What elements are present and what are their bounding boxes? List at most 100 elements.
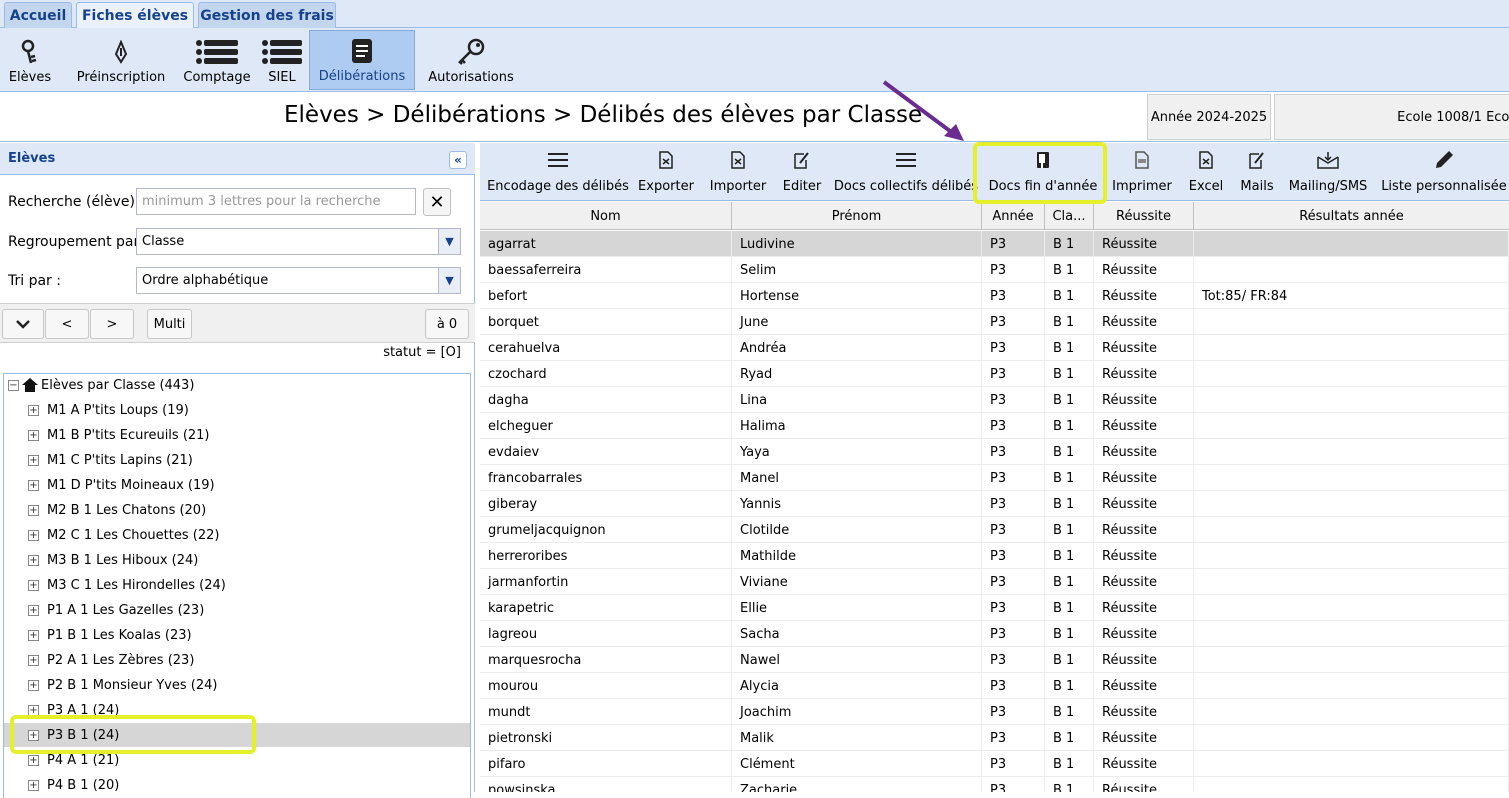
expand-node-icon[interactable]: + [28, 654, 39, 666]
table-row[interactable]: befort Hortense P3 B 1 Réussite Tot:85/ FR:84 [480, 283, 1509, 309]
cell-prenom: Lina [732, 387, 982, 413]
docs-fin-annee-button[interactable]: Docs fin d'année [989, 148, 1097, 198]
table-row[interactable]: giberay Yannis P3 B 1 Réussite [480, 491, 1509, 517]
table-row[interactable]: karapetric Ellie P3 B 1 Réussite [480, 595, 1509, 621]
next-button[interactable]: > [90, 309, 134, 339]
ribbon-deliberations-button[interactable]: Délibérations [309, 30, 415, 90]
table-row[interactable]: mourou Alycia P3 B 1 Réussite [480, 673, 1509, 699]
export-button[interactable]: Exporter [635, 148, 697, 198]
table-row[interactable]: herreroribes Mathilde P3 B 1 Réussite [480, 543, 1509, 569]
table-row[interactable]: elcheguer Halima P3 B 1 Réussite [480, 413, 1509, 439]
table-row[interactable]: pietronski Malik P3 B 1 Réussite [480, 725, 1509, 751]
table-row[interactable]: dagha Lina P3 B 1 Réussite [480, 387, 1509, 413]
column-header-prenom[interactable]: Prénom [732, 202, 982, 230]
year-selector[interactable]: Année 2024-2025 [1147, 94, 1271, 140]
reset-button[interactable]: à 0 [425, 309, 469, 339]
mailing-sms-button[interactable]: Mailing/SMS [1288, 148, 1368, 198]
table-row[interactable]: marquesrocha Nawel P3 B 1 Réussite [480, 647, 1509, 673]
tab-accueil[interactable]: Accueil [4, 2, 72, 28]
expand-node-icon[interactable]: + [28, 529, 39, 541]
collapse-icon[interactable]: « [449, 151, 467, 169]
expand-node-icon[interactable]: + [28, 429, 39, 441]
expand-node-icon[interactable]: + [28, 779, 39, 791]
table-row[interactable]: lagreou Sacha P3 B 1 Réussite [480, 621, 1509, 647]
expand-node-icon[interactable]: + [28, 404, 39, 416]
expand-node-icon[interactable]: + [28, 504, 39, 516]
column-header-resultats-annee[interactable]: Résultats année [1194, 202, 1509, 230]
prev-button[interactable]: < [45, 309, 89, 339]
ribbon-preinscription-button[interactable]: Préinscription [76, 30, 166, 90]
encodage-delibes-button[interactable]: Encodage des délibés [486, 148, 630, 198]
column-header-nom[interactable]: Nom [480, 202, 732, 230]
table-row[interactable]: grumeljacquignon Clotilde P3 B 1 Réussite [480, 517, 1509, 543]
group-select[interactable]: Classe ▼ [136, 228, 461, 255]
column-header-annee[interactable]: Année [982, 202, 1045, 230]
cell-annee: P3 [982, 257, 1045, 283]
tree-item[interactable]: + P4 B 1 (20) [4, 773, 470, 797]
table-row[interactable]: czochard Ryad P3 B 1 Réussite [480, 361, 1509, 387]
chevron-down-icon[interactable]: ▼ [438, 229, 460, 254]
tree-item[interactable]: + M1 D P'tits Moineaux (19) [4, 473, 470, 497]
tree-item[interactable]: + P1 A 1 Les Gazelles (23) [4, 598, 470, 622]
print-button[interactable]: Imprimer [1110, 148, 1174, 198]
tree-item[interactable]: + M1 B P'tits Ecureuils (21) [4, 423, 470, 447]
expand-node-icon[interactable]: + [28, 579, 39, 591]
tree-root[interactable]: − Elèves par Classe (443) [8, 373, 474, 397]
tree-item[interactable]: + M3 B 1 Les Hiboux (24) [4, 548, 470, 572]
table-row[interactable]: mundt Joachim P3 B 1 Réussite [480, 699, 1509, 725]
expand-node-icon[interactable]: + [28, 479, 39, 491]
table-row[interactable]: cerahuelva Andréa P3 B 1 Réussite [480, 335, 1509, 361]
import-button[interactable]: Importer [706, 148, 770, 198]
table-row[interactable]: powsinska Zacharie P3 B 1 Réussite [480, 777, 1509, 792]
expand-node-icon[interactable]: + [28, 679, 39, 691]
multi-button[interactable]: Multi [147, 309, 192, 339]
table-row[interactable]: agarrat Ludivine P3 B 1 Réussite [480, 231, 1509, 257]
tree-item[interactable]: + M3 C 1 Les Hirondelles (24) [4, 573, 470, 597]
ribbon-siel-button[interactable]: SIEL [260, 30, 304, 90]
clear-search-button[interactable]: ✕ [423, 188, 451, 216]
tree-item[interactable]: + P3 A 1 (24) [4, 698, 470, 722]
tab-fiches-eleves[interactable]: Fiches élèves [76, 2, 194, 29]
table-row[interactable]: jarmanfortin Viviane P3 B 1 Réussite [480, 569, 1509, 595]
expand-node-icon[interactable]: + [28, 629, 39, 641]
expand-node-icon[interactable]: + [28, 604, 39, 616]
tree-item[interactable]: + M2 C 1 Les Chouettes (22) [4, 523, 470, 547]
docs-collectifs-button[interactable]: Docs collectifs délibés [834, 148, 978, 198]
table-row[interactable]: evdaiev Yaya P3 B 1 Réussite [480, 439, 1509, 465]
mails-button[interactable]: Mails [1237, 148, 1277, 198]
expand-button[interactable] [2, 309, 44, 339]
search-input[interactable]: minimum 3 lettres pour la recherche [136, 188, 416, 215]
table-row[interactable]: baessaferreira Selim P3 B 1 Réussite [480, 257, 1509, 283]
cell-prenom: Yaya [732, 439, 982, 465]
tree-item[interactable]: + P1 B 1 Les Koalas (23) [4, 623, 470, 647]
expand-node-icon[interactable]: + [28, 754, 39, 766]
collapse-node-icon[interactable]: − [8, 379, 19, 391]
column-header-reussite[interactable]: Réussite [1094, 202, 1194, 230]
tree-item[interactable]: + P3 B 1 (24) [4, 723, 470, 747]
expand-node-icon[interactable]: + [28, 704, 39, 716]
expand-node-icon[interactable]: + [28, 454, 39, 466]
expand-node-icon[interactable]: + [28, 729, 39, 741]
tree-item[interactable]: + P2 A 1 Les Zèbres (23) [4, 648, 470, 672]
liste-personnalisee-button[interactable]: Liste personnalisée [1381, 148, 1507, 198]
table-row[interactable]: francobarrales Manel P3 B 1 Réussite [480, 465, 1509, 491]
ribbon-autorisations-button[interactable]: Autorisations [428, 30, 514, 90]
excel-button[interactable]: Excel [1186, 148, 1226, 198]
tree-item[interactable]: + P4 A 1 (21) [4, 748, 470, 772]
tree-item[interactable]: + M2 B 1 Les Chatons (20) [4, 498, 470, 522]
chevron-down-icon[interactable]: ▼ [438, 268, 460, 293]
school-selector[interactable]: Ecole 1008/1 Ecol [1274, 94, 1509, 140]
ribbon-eleves-button[interactable]: Elèves [4, 30, 56, 90]
expand-node-icon[interactable]: + [28, 554, 39, 566]
tree-item[interactable]: + P2 B 1 Monsieur Yves (24) [4, 673, 470, 697]
cell-reussite: Réussite [1094, 309, 1194, 335]
tree-item[interactable]: + M1 A P'tits Loups (19) [4, 398, 470, 422]
edit-button[interactable]: Editer [779, 148, 825, 198]
table-row[interactable]: borquet June P3 B 1 Réussite [480, 309, 1509, 335]
sort-select[interactable]: Ordre alphabétique ▼ [136, 267, 461, 294]
column-header-classe[interactable]: Cla... [1045, 202, 1094, 230]
ribbon-comptage-button[interactable]: Comptage [183, 30, 251, 90]
table-row[interactable]: pifaro Clément P3 B 1 Réussite [480, 751, 1509, 777]
tree-item[interactable]: + M1 C P'tits Lapins (21) [4, 448, 470, 472]
tab-gestion-des-frais[interactable]: Gestion des frais [198, 2, 336, 28]
